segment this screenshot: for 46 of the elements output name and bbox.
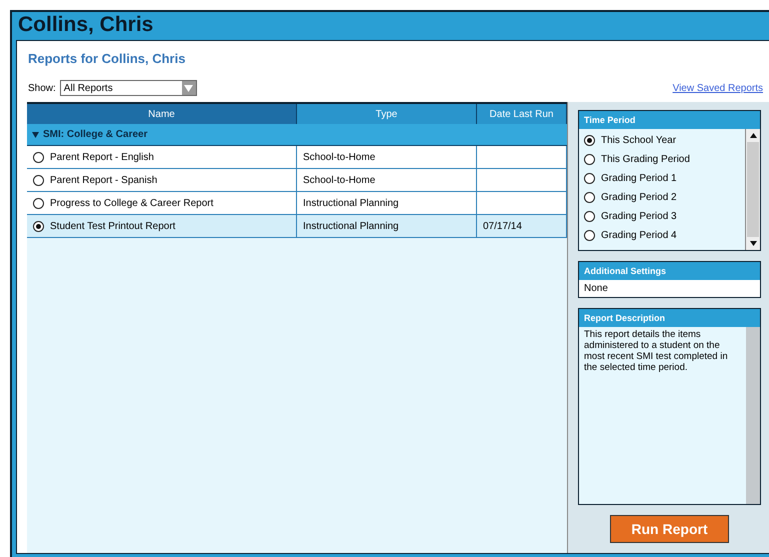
description-text: This report details the items administered to a student on the most recent SMI test completed in the selected time period. xyxy=(583,328,729,375)
radio-button[interactable] xyxy=(584,154,595,165)
show-dropdown[interactable]: All Reports xyxy=(60,80,197,96)
radio-button[interactable] xyxy=(584,230,595,241)
page-heading: Reports for Collins, Chris xyxy=(27,50,186,66)
report-row[interactable]: Progress to College & Career Report Instructional Planning xyxy=(27,192,567,215)
report-row[interactable]: Parent Report - English School-to-Home xyxy=(27,146,567,169)
time-period-option[interactable]: This Grading Period xyxy=(601,154,690,165)
time-period-option[interactable]: This School Year xyxy=(601,135,676,146)
show-label: Show: xyxy=(28,82,56,94)
time-period-option[interactable]: Grading Period 1 xyxy=(601,173,677,184)
column-header[interactable]: Name xyxy=(27,104,297,124)
radio-button[interactable] xyxy=(584,192,595,203)
time-period-option[interactable]: Grading Period 2 xyxy=(601,192,677,203)
window-title: Collins, Chris xyxy=(18,13,154,37)
table-cell: 07/17/14 xyxy=(483,220,522,232)
view-saved-reports-link[interactable]: View Saved Reports xyxy=(672,82,763,94)
table-cell: Parent Report - English xyxy=(50,152,154,162)
panel-title: Report Description xyxy=(579,309,760,327)
report-row[interactable]: Student Test Printout Report Instructional Planning 07/17/14 xyxy=(27,215,567,238)
radio-button[interactable] xyxy=(33,152,44,162)
scrollbar[interactable] xyxy=(745,129,760,250)
radio-button[interactable] xyxy=(584,135,595,146)
panel-title: Time Period xyxy=(579,111,760,129)
panel-title: Additional Settings xyxy=(579,262,760,280)
scrollbar[interactable] xyxy=(746,327,760,504)
table-cell: School-to-Home xyxy=(303,152,376,162)
table-cell: Student Test Printout Report xyxy=(50,220,176,232)
radio-button[interactable] xyxy=(584,173,595,184)
table-cell: School-to-Home xyxy=(303,174,376,186)
radio-button[interactable] xyxy=(33,220,44,232)
radio-button[interactable] xyxy=(33,198,44,208)
time-period-option[interactable]: Grading Period 3 xyxy=(601,211,677,222)
table-cell: Instructional Planning xyxy=(303,220,399,232)
group-label: SMI: College & Career xyxy=(43,129,148,140)
time-period-option[interactable]: Grading Period 4 xyxy=(601,230,677,241)
table-cell: Instructional Planning xyxy=(303,198,399,208)
radio-button[interactable] xyxy=(33,174,44,186)
radio-button[interactable] xyxy=(584,211,595,222)
scroll-down-icon[interactable] xyxy=(750,241,756,246)
group-row[interactable]: SMI: College & Career xyxy=(27,124,567,146)
settings-value: None xyxy=(579,280,760,297)
table-cell: Parent Report - Spanish xyxy=(50,174,158,186)
scroll-up-icon[interactable] xyxy=(750,133,756,138)
report-row[interactable]: Parent Report - Spanish School-to-Home xyxy=(27,169,567,192)
table-cell: Progress to College & Career Report xyxy=(50,198,214,208)
